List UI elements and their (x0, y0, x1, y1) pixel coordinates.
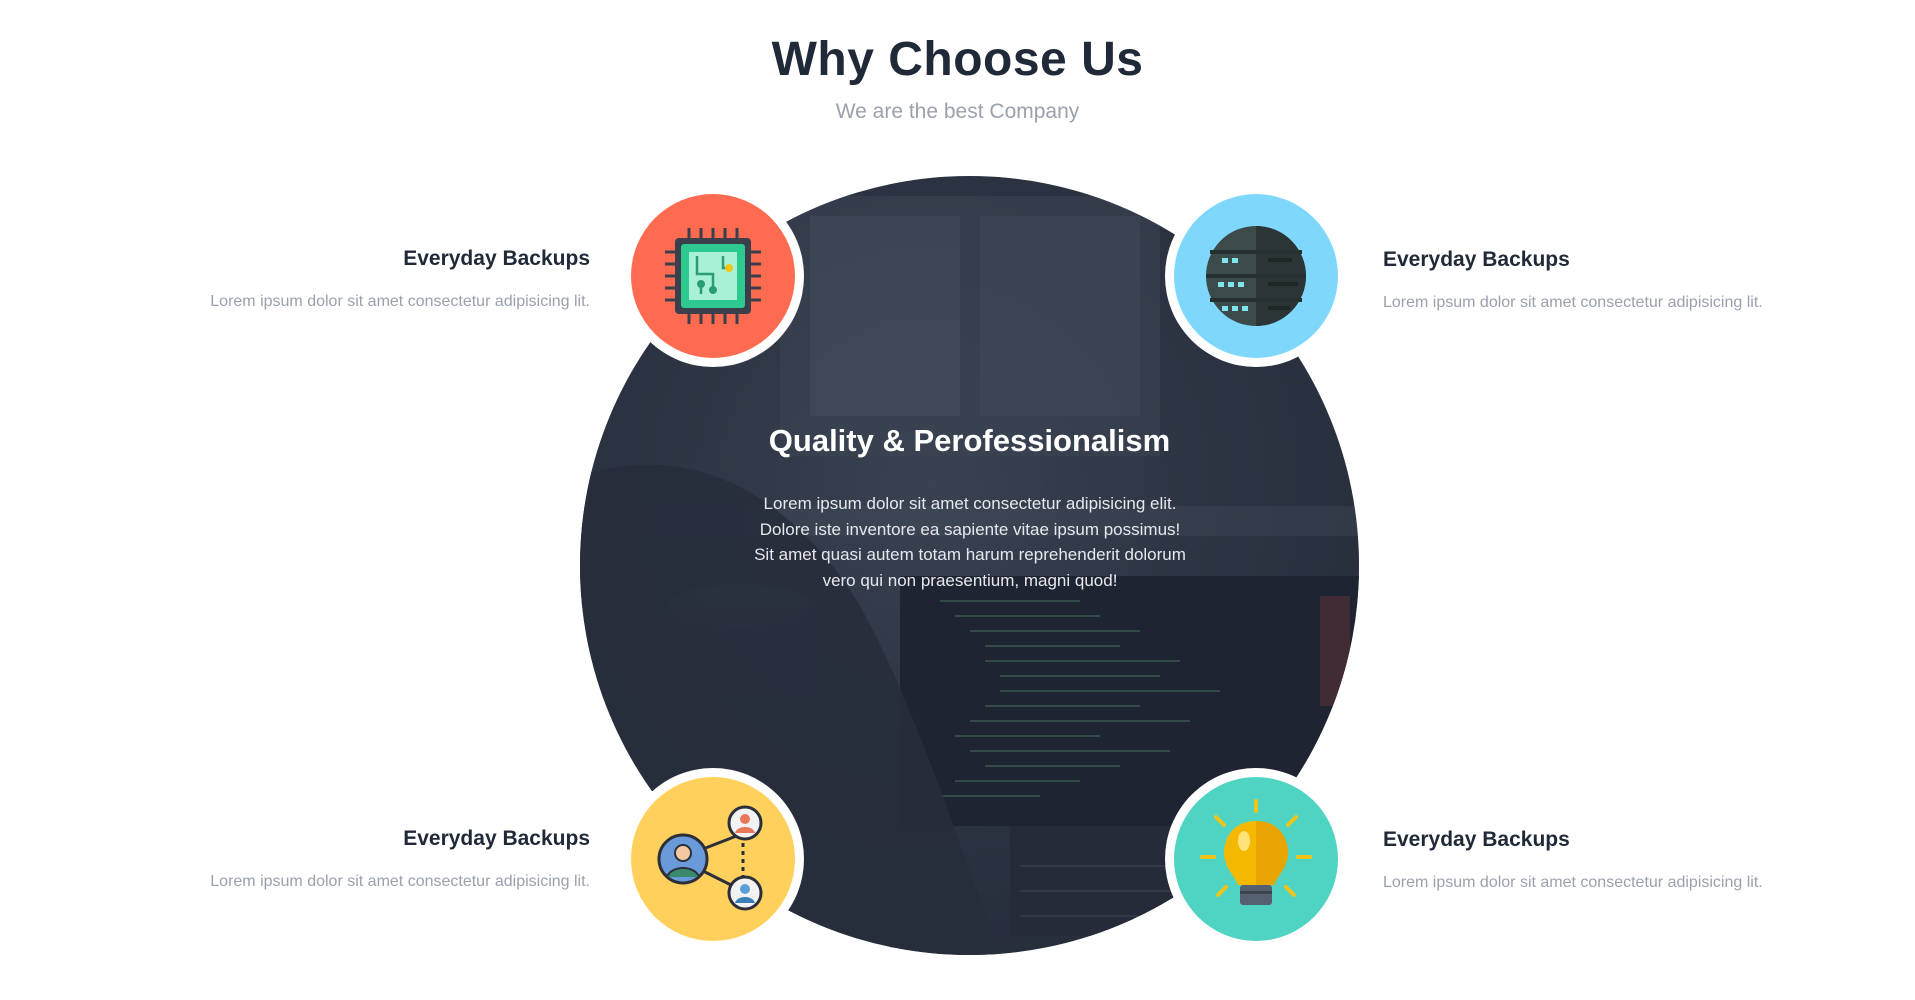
server-icon-ring (1165, 185, 1347, 367)
feature-text: Lorem ipsum dolor sit amet consectetur a… (1383, 874, 1763, 891)
feature-text: Lorem ipsum dolor sit amet consectetur a… (210, 873, 590, 890)
lightbulb-icon (1174, 777, 1338, 941)
section-subtitle: We are the best Company (835, 100, 1080, 123)
feature-text: Lorem ipsum dolor sit amet consectetur a… (1383, 294, 1763, 311)
feature-item: Everyday Backups Lorem ipsum dolor sit a… (130, 827, 590, 891)
feature-item: Everyday Backups Lorem ipsum dolor sit a… (1383, 248, 1843, 312)
feature-title: Everyday Backups (403, 247, 590, 270)
section-title: Why Choose Us (771, 33, 1144, 86)
chip-icon-ring (622, 185, 804, 367)
feature-text: Lorem ipsum dolor sit amet consectetur a… (210, 293, 590, 310)
center-title: Quality & Perofessionalism (768, 423, 1171, 458)
network-icon-ring (622, 768, 804, 950)
server-globe-icon (1174, 194, 1338, 358)
chip-icon (631, 194, 795, 358)
feature-title: Everyday Backups (1383, 248, 1570, 271)
feature-title: Everyday Backups (403, 827, 590, 850)
center-description: Lorem ipsum dolor sit amet consectetur a… (754, 494, 1186, 590)
feature-title: Everyday Backups (1383, 828, 1570, 851)
feature-item: Everyday Backups Lorem ipsum dolor sit a… (130, 247, 590, 311)
idea-icon-ring (1165, 768, 1347, 950)
network-people-icon (631, 777, 795, 941)
feature-item: Everyday Backups Lorem ipsum dolor sit a… (1383, 828, 1843, 892)
